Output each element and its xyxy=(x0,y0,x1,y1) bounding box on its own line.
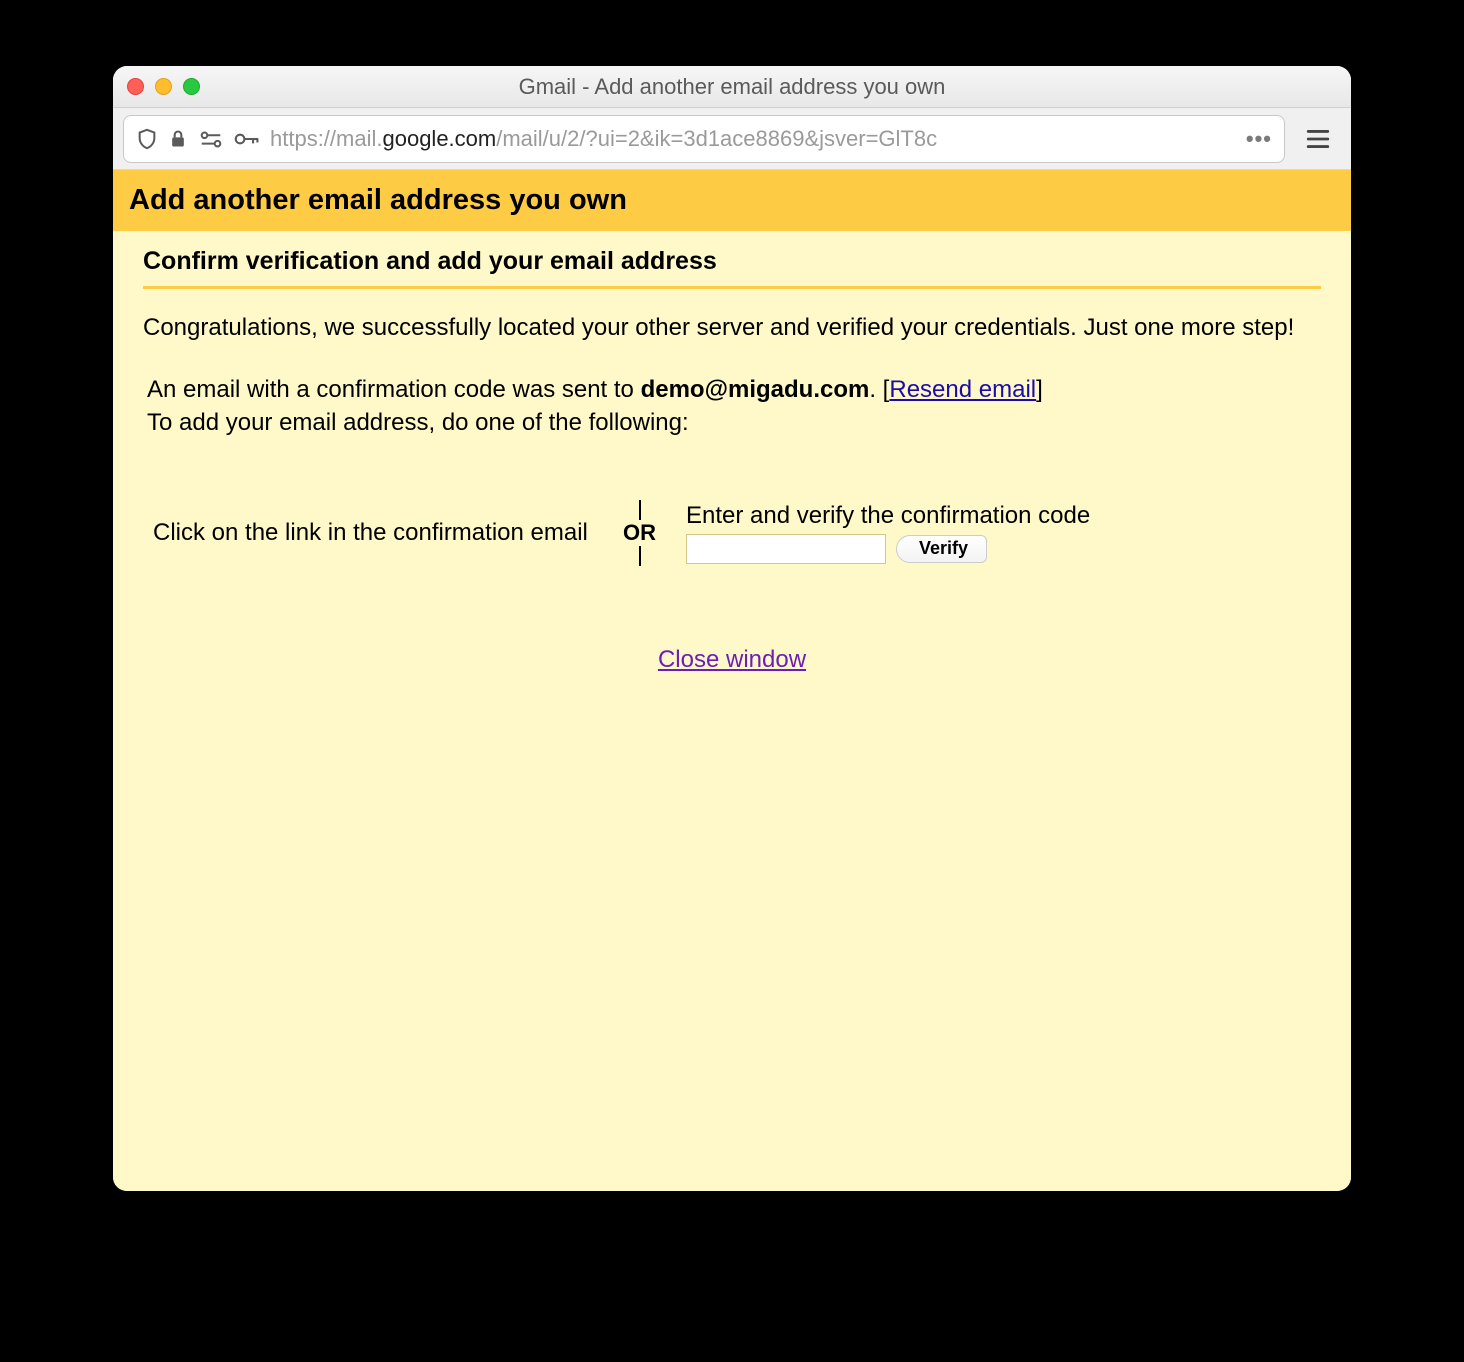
key-icon[interactable] xyxy=(234,130,260,148)
shield-icon[interactable] xyxy=(136,127,158,151)
congrats-text: Congratulations, we successfully located… xyxy=(113,305,1351,363)
close-window-link[interactable]: Close window xyxy=(658,646,806,673)
confirmation-email: demo@migadu.com xyxy=(641,376,870,403)
divider xyxy=(143,286,1321,289)
minimize-window-icon[interactable] xyxy=(155,78,172,95)
window-controls xyxy=(127,78,200,95)
url-text: https://mail.google.com/mail/u/2/?ui=2&i… xyxy=(270,126,1236,152)
url-overflow-icon[interactable]: ••• xyxy=(1246,126,1272,152)
close-window-icon[interactable] xyxy=(127,78,144,95)
or-separator: OR xyxy=(623,500,656,566)
resend-email-link[interactable]: Resend email xyxy=(889,376,1036,403)
window-title: Gmail - Add another email address you ow… xyxy=(113,74,1351,100)
to-add-line: To add your email address, do one of the… xyxy=(147,409,689,436)
page-content: Add another email address you own Confir… xyxy=(113,170,1351,1191)
page-title: Add another email address you own xyxy=(113,170,1351,231)
confirmation-period: . [ xyxy=(869,376,889,403)
url-scheme: https://mail. xyxy=(270,126,382,151)
zoom-window-icon[interactable] xyxy=(183,78,200,95)
verify-row: Verify xyxy=(686,534,1090,564)
window-titlebar: Gmail - Add another email address you ow… xyxy=(113,66,1351,108)
or-label: OR xyxy=(623,520,656,546)
confirmation-close-bracket: ] xyxy=(1036,376,1043,403)
or-line-bottom xyxy=(639,546,641,566)
or-line-top xyxy=(639,500,641,520)
permissions-icon[interactable] xyxy=(198,129,224,149)
verify-button[interactable]: Verify xyxy=(896,535,987,563)
confirmation-prefix: An email with a confirmation code was se… xyxy=(147,376,641,403)
confirmation-instructions: An email with a confirmation code was se… xyxy=(113,363,1351,440)
option-click-link: Click on the link in the confirmation em… xyxy=(153,517,593,549)
browser-window: Gmail - Add another email address you ow… xyxy=(113,66,1351,1191)
lock-icon[interactable] xyxy=(168,128,188,150)
confirmation-code-input[interactable] xyxy=(686,534,886,564)
url-domain: google.com xyxy=(382,126,496,151)
address-bar[interactable]: https://mail.google.com/mail/u/2/?ui=2&i… xyxy=(123,115,1285,163)
page-body: Confirm verification and add your email … xyxy=(113,231,1351,1191)
menu-button[interactable] xyxy=(1295,116,1341,162)
close-window-row: Close window xyxy=(113,566,1351,674)
option-enter-code: Enter and verify the confirmation code V… xyxy=(686,502,1090,564)
verification-options: Click on the link in the confirmation em… xyxy=(113,440,1351,566)
url-path: /mail/u/2/?ui=2&ik=3d1ace8869&jsver=GlT8… xyxy=(496,126,937,151)
section-title: Confirm verification and add your email … xyxy=(113,231,1351,286)
enter-code-label: Enter and verify the confirmation code xyxy=(686,502,1090,530)
browser-toolbar: https://mail.google.com/mail/u/2/?ui=2&i… xyxy=(113,108,1351,170)
